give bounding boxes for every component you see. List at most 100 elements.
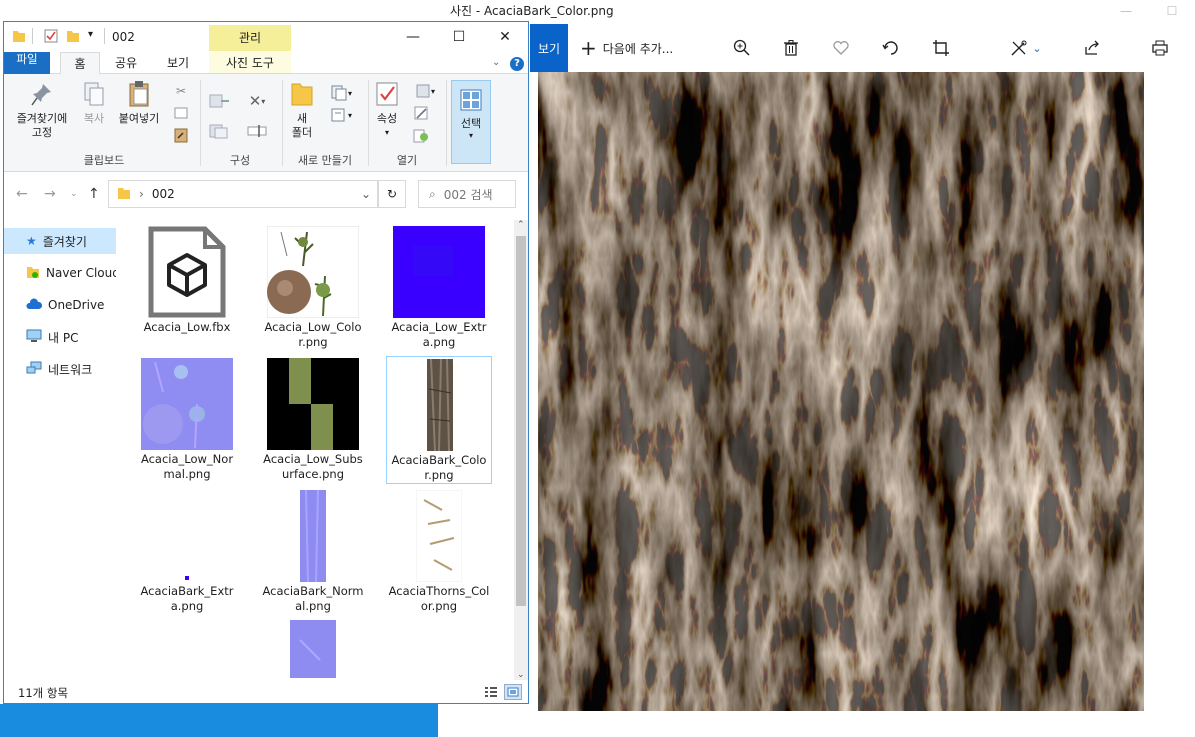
paste-shortcut-icon[interactable] [172, 126, 190, 144]
file-item[interactable]: AcaciaThorns_Color.png [386, 488, 492, 614]
file-item[interactable]: Acacia_Low_Extra.png [386, 224, 492, 350]
maximize-button[interactable]: ☐ [436, 22, 482, 52]
cut-icon[interactable]: ✂ [172, 82, 190, 100]
file-item[interactable]: Acacia_Low_Color.png [260, 224, 366, 350]
copy-path-icon[interactable] [172, 104, 190, 122]
copy-label: 복사 [83, 112, 105, 125]
paste-icon [125, 80, 153, 108]
refresh-button[interactable]: ↻ [378, 180, 406, 208]
bark-photo[interactable] [538, 72, 1144, 711]
scrollbar-thumb[interactable] [516, 236, 526, 606]
heart-icon[interactable] [829, 36, 853, 60]
search-icon: ⌕ [429, 186, 436, 201]
details-view-icon[interactable] [482, 684, 500, 700]
ribbon: 즐겨찾기에 고정 복사 붙여넣기 ✂ 클립보드 ✕ ▾ 구성 새 폴더 ▾ ▾ … [4, 74, 528, 172]
forward-arrow-icon[interactable]: → [44, 186, 56, 202]
nav-item-network[interactable]: 네트워크 [4, 356, 116, 382]
nav-item-quick-access[interactable]: ★ 즐겨찾기 [4, 228, 116, 254]
tab-picture-tools[interactable]: 사진 도구 [209, 52, 291, 74]
add-to-button[interactable]: + 다음에 추가... [580, 36, 673, 60]
breadcrumb-path[interactable]: 002 [152, 187, 175, 201]
refresh-icon: ↻ [386, 187, 398, 201]
photos-toolbar: 보기 + 다음에 추가... ⌄ [440, 24, 1195, 72]
add-to-label: 다음에 추가... [602, 41, 674, 56]
file-name: AcaciaThorns_Color.png [388, 584, 490, 613]
pin-to-quick-access-button[interactable]: 즐겨찾기에 고정 [8, 80, 76, 140]
address-bar[interactable]: › 002 ⌄ [108, 180, 378, 208]
copy-to-icon[interactable] [208, 122, 232, 140]
share-icon[interactable] [1080, 36, 1104, 60]
tab-home[interactable]: 홈 [60, 52, 100, 74]
vertical-scrollbar[interactable]: ⌃ ⌄ [514, 220, 528, 680]
properties-button[interactable]: 속성 ▾ [370, 80, 404, 140]
properties-quick-icon[interactable] [44, 29, 58, 43]
tab-share[interactable]: 공유 [104, 52, 148, 74]
file-item-selected[interactable]: AcaciaBark_Color.png [386, 356, 492, 484]
new-folder-quick-icon[interactable] [66, 29, 80, 43]
close-button[interactable]: ✕ [482, 22, 528, 52]
quick-access-dropdown-icon[interactable]: ▾ [88, 29, 93, 40]
select-dropdown-icon: ▾ [468, 131, 473, 140]
new-group-label: 새로 만들기 [297, 154, 353, 167]
scroll-down-icon[interactable]: ⌄ [517, 670, 525, 680]
nav-item-label: OneDrive [48, 298, 105, 312]
file-item[interactable]: Acacia_Low.fbx [134, 224, 240, 335]
open-group-label: 열기 [396, 154, 418, 167]
tab-file[interactable]: 파일 [4, 52, 50, 74]
file-item[interactable]: Acacia_Low_Subsurface.png [260, 356, 366, 482]
edit-file-icon[interactable] [412, 104, 430, 122]
recent-locations-icon[interactable]: ⌄ [70, 189, 78, 199]
rotate-icon[interactable] [879, 36, 903, 60]
back-arrow-icon[interactable]: ← [16, 186, 28, 202]
select-icon [460, 89, 482, 111]
file-name: Acacia_Low_Color.png [264, 320, 362, 349]
folder-icon [117, 186, 131, 203]
file-item[interactable]: AcaciaBark_Extra.png [134, 488, 240, 614]
zoom-in-icon[interactable] [730, 36, 754, 60]
nav-item-this-pc[interactable]: 내 PC [4, 324, 116, 350]
rename-icon[interactable] [244, 122, 270, 140]
large-icons-view-icon[interactable] [504, 684, 522, 700]
desktop-background [0, 704, 438, 737]
history-icon[interactable] [412, 126, 430, 144]
minimize-button[interactable]: — [390, 22, 436, 52]
open-icon[interactable]: ▾ [412, 82, 438, 100]
move-to-icon[interactable] [208, 92, 232, 110]
pin-icon [28, 80, 56, 108]
file-item[interactable] [260, 620, 366, 680]
scroll-up-icon[interactable]: ⌃ [517, 220, 525, 230]
new-folder-button[interactable]: 새 폴더 [286, 80, 318, 140]
edit-icon[interactable]: ⌄ [1004, 36, 1048, 60]
chevron-down-icon[interactable]: ⌄ [492, 57, 500, 68]
chevron-down-icon: ⌄ [1032, 41, 1042, 55]
easy-access-icon[interactable]: ▾ [328, 106, 354, 124]
plus-icon: + [580, 36, 597, 60]
file-name: Acacia_Low_Normal.png [140, 452, 234, 481]
search-input[interactable]: ⌕ 002 검색 [418, 180, 516, 208]
nav-item-naver-cloud[interactable]: Naver Cloud [4, 260, 116, 286]
file-item[interactable]: Acacia_Low_Normal.png [134, 356, 240, 482]
print-icon[interactable] [1148, 36, 1172, 60]
folder-icon [12, 29, 26, 43]
file-item[interactable]: AcaciaBark_Normal.png [260, 488, 366, 614]
delete-ribbon-icon[interactable]: ✕ ▾ [244, 92, 270, 110]
crop-icon[interactable] [929, 36, 953, 60]
view-button[interactable]: 보기 [530, 24, 568, 72]
copy-button[interactable]: 복사 [76, 80, 112, 126]
file-name: AcaciaBark_Normal.png [262, 584, 364, 613]
address-dropdown-icon[interactable]: ⌄ [361, 187, 371, 201]
nav-item-onedrive[interactable]: OneDrive [4, 292, 116, 318]
new-item-icon[interactable]: ▾ [328, 84, 354, 102]
up-arrow-icon[interactable]: ↑ [88, 186, 100, 202]
tab-manage[interactable]: 관리 [209, 25, 291, 51]
tab-view[interactable]: 보기 [156, 52, 200, 74]
search-placeholder: 002 검색 [443, 187, 493, 202]
select-button[interactable]: 선택 ▾ [451, 80, 491, 164]
file-list: Acacia_Low.fbx Acacia_Low_Color.png Acac… [118, 216, 514, 680]
delete-icon[interactable] [779, 36, 803, 60]
status-bar: 11개 항목 [4, 680, 528, 704]
paste-button[interactable]: 붙여넣기 [114, 80, 164, 126]
help-icon[interactable]: ? [510, 57, 524, 71]
minimize-icon[interactable]: — [1103, 0, 1149, 22]
maximize-icon[interactable]: ☐ [1149, 0, 1195, 22]
